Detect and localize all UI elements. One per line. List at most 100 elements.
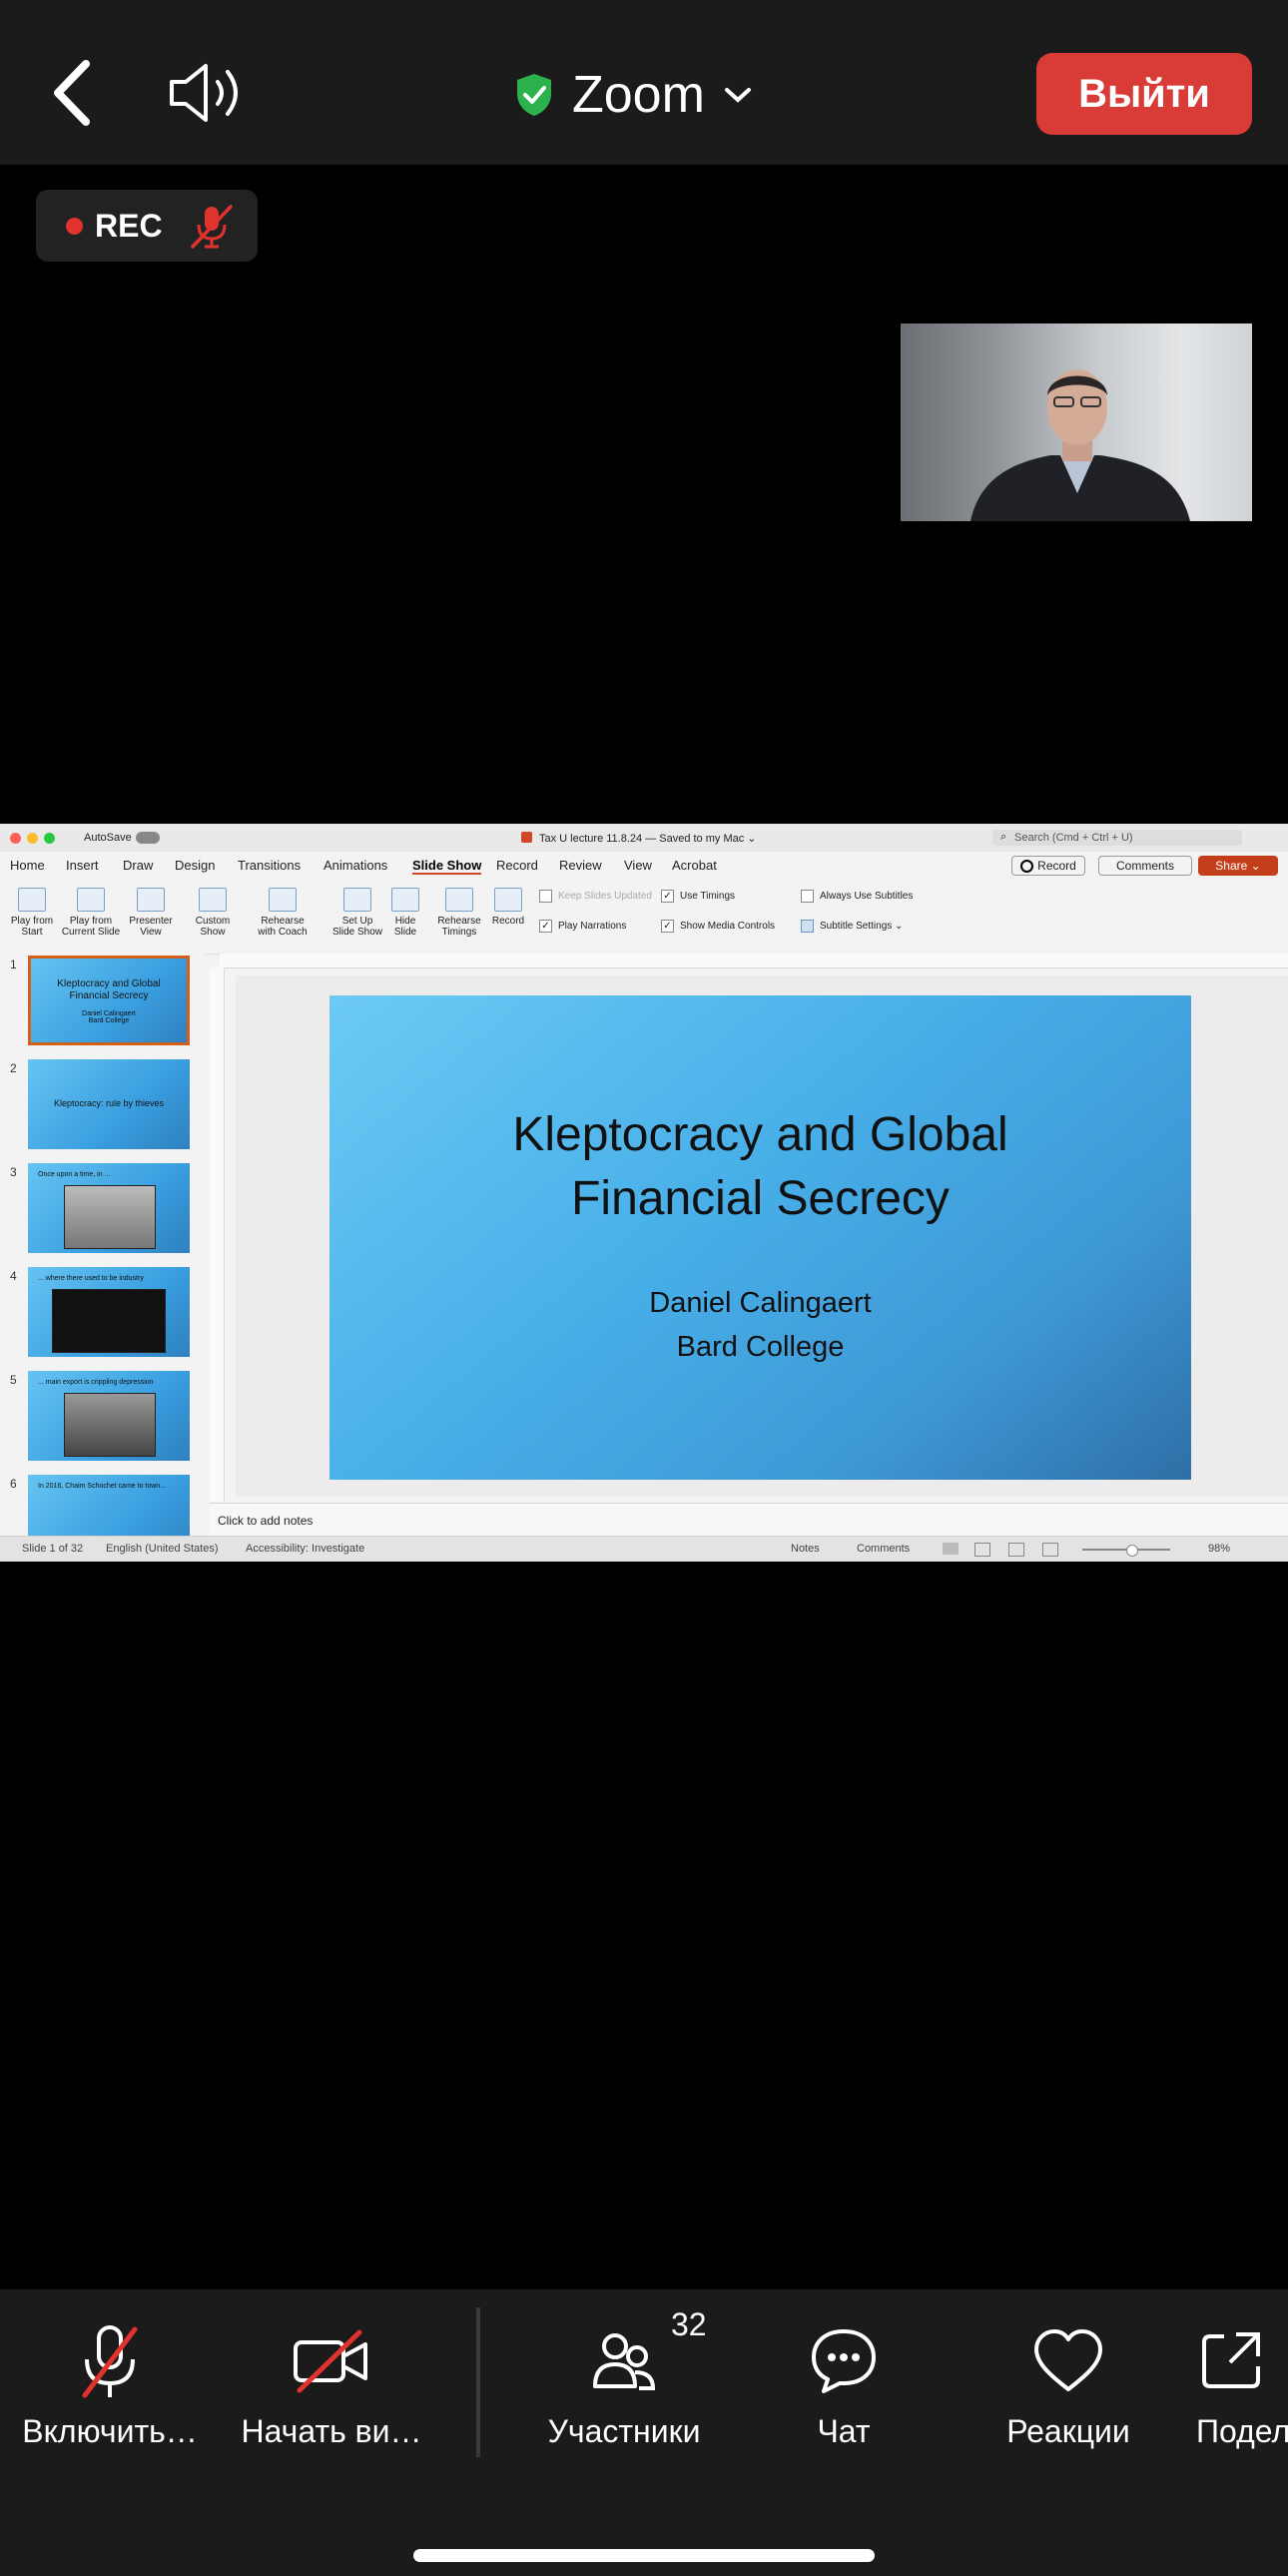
show-media-controls-checkbox[interactable]: ✓ Show Media Controls	[661, 920, 775, 933]
always-use-subtitles-checkbox[interactable]: Always Use Subtitles	[801, 890, 913, 903]
notes-pane[interactable]: Click to add notes	[210, 1503, 1288, 1537]
normal-view-icon[interactable]	[943, 1543, 959, 1555]
tab-record[interactable]: Record	[496, 858, 538, 873]
reactions-button[interactable]: Реакции	[988, 2319, 1148, 2469]
thumbnail-number: 6	[10, 1477, 17, 1491]
minimize-window-icon[interactable]	[27, 833, 38, 844]
chat-button[interactable]: Чат	[769, 2319, 919, 2469]
play-from-current-button[interactable]: Play from Current Slide	[58, 888, 124, 938]
zoom-level[interactable]: 98%	[1208, 1543, 1230, 1555]
thumbnail-number: 2	[10, 1061, 17, 1075]
ribbon-label: Slide	[393, 927, 417, 938]
meeting-title-dropdown[interactable]: Zoom	[514, 60, 753, 130]
thumbnail-caption: In 2016, Chaim Schochet came to town...	[38, 1483, 167, 1490]
hide-slide-button[interactable]: Hide Slide	[385, 888, 425, 938]
accessibility-status[interactable]: Accessibility: Investigate	[246, 1543, 364, 1555]
autosave-toggle[interactable]	[136, 832, 160, 844]
document-title[interactable]: Tax U lecture 11.8.24 — Saved to my Mac …	[539, 832, 757, 845]
search-box[interactable]: ⌕ Search (Cmd + Ctrl + U)	[992, 830, 1242, 846]
subtitle-settings-dropdown[interactable]: Subtitle Settings ⌄	[801, 920, 903, 933]
presenter-view-button[interactable]: Presenter View	[124, 888, 178, 938]
custom-show-icon	[199, 888, 227, 912]
reactions-label: Реакции	[1006, 2413, 1130, 2449]
thumbnail-image: ... main export is crippling depression	[28, 1371, 190, 1461]
slide-thumbnail-pane: 1 Kleptocracy and Global Financial Secre…	[0, 954, 205, 1536]
tab-home[interactable]: Home	[10, 858, 45, 873]
ribbon-label: Play from	[10, 916, 54, 927]
slide-thumbnail[interactable]: 4 ... where there used to be industry	[0, 1267, 205, 1359]
meeting-top-bar: Zoom Выйти	[0, 0, 1288, 165]
leave-button[interactable]: Выйти	[1036, 53, 1252, 135]
record-button[interactable]: Record	[1011, 856, 1085, 876]
slide-thumbnail[interactable]: 6 In 2016, Chaim Schochet came to town..…	[0, 1475, 205, 1536]
checkmark-icon: ✓	[539, 920, 552, 933]
maximize-window-icon[interactable]	[44, 833, 55, 844]
slideshow-view-icon[interactable]	[1042, 1543, 1058, 1557]
powerpoint-icon	[521, 832, 532, 843]
play-current-icon	[77, 888, 105, 912]
tab-animations[interactable]: Animations	[323, 858, 387, 873]
tab-view[interactable]: View	[624, 858, 652, 873]
slide-thumbnail[interactable]: 1 Kleptocracy and Global Financial Secre…	[0, 956, 205, 1047]
recording-label: REC	[95, 207, 163, 244]
shared-screen[interactable]: AutoSave Tax U lecture 11.8.24 — Saved t…	[0, 824, 1288, 1562]
zoom-slider-thumb[interactable]	[1126, 1545, 1138, 1557]
toolbar-divider	[476, 2307, 480, 2457]
hide-slide-icon	[391, 888, 419, 912]
shield-check-icon	[517, 74, 551, 116]
comments-button[interactable]: Comments	[1098, 856, 1192, 876]
tab-review[interactable]: Review	[559, 858, 602, 873]
checkbox-label: Show Media Controls	[680, 921, 776, 932]
tab-transitions[interactable]: Transitions	[238, 858, 301, 873]
recording-badge[interactable]: REC	[36, 190, 258, 262]
tab-insert[interactable]: Insert	[66, 858, 99, 873]
keep-slides-updated-checkbox[interactable]: Keep Slides Updated	[539, 890, 652, 903]
rehearse-timings-button[interactable]: Rehearse Timings	[433, 888, 485, 938]
participant-video[interactable]	[901, 323, 1252, 521]
tab-draw[interactable]: Draw	[123, 858, 153, 873]
ribbon-label: Presenter	[129, 916, 173, 927]
slide-thumbnail[interactable]: 3 Once upon a time, in ...	[0, 1163, 205, 1255]
window-title-bar: AutoSave Tax U lecture 11.8.24 — Saved t…	[0, 824, 1288, 852]
current-slide[interactable]: Kleptocracy and Global Financial Secrecy…	[329, 995, 1191, 1480]
use-timings-checkbox[interactable]: ✓ Use Timings	[661, 890, 735, 903]
thumbnail-photo	[52, 1289, 166, 1353]
tab-design[interactable]: Design	[175, 858, 215, 873]
language-indicator[interactable]: English (United States)	[106, 1543, 219, 1555]
start-video-button[interactable]: Начать ви…	[232, 2319, 431, 2469]
share-label: Подел	[1196, 2413, 1288, 2449]
share-button[interactable]: Подел	[1196, 2319, 1288, 2469]
share-document-button[interactable]: Share ⌄	[1198, 856, 1278, 876]
tab-acrobat[interactable]: Acrobat	[672, 858, 717, 873]
custom-show-button[interactable]: Custom Show	[186, 888, 240, 938]
horizontal-ruler	[220, 954, 1288, 968]
speaker-button[interactable]	[168, 62, 248, 124]
search-placeholder: Search (Cmd + Ctrl + U)	[1014, 832, 1133, 844]
record-slide-show-button[interactable]: Record	[487, 888, 529, 927]
comments-toggle[interactable]: Comments	[857, 1543, 910, 1555]
play-from-start-button[interactable]: Play from Start	[6, 888, 58, 938]
slide-title-line: Kleptocracy and Global	[512, 1108, 1008, 1161]
home-indicator[interactable]	[413, 2549, 875, 2562]
close-window-icon[interactable]	[10, 833, 21, 844]
dropdown-label: Subtitle Settings ⌄	[820, 921, 904, 932]
slide-sorter-icon[interactable]	[974, 1543, 990, 1557]
tab-slide-show[interactable]: Slide Show	[412, 858, 482, 875]
play-narrations-checkbox[interactable]: ✓ Play Narrations	[539, 920, 626, 933]
chevron-left-icon	[54, 60, 90, 126]
set-up-slide-show-button[interactable]: Set Up Slide Show	[329, 888, 385, 938]
record-slide-icon	[494, 888, 522, 912]
back-button[interactable]	[44, 58, 104, 128]
notes-toggle[interactable]: Notes	[791, 1543, 820, 1555]
participants-icon	[593, 2333, 656, 2390]
reading-view-icon[interactable]	[1008, 1543, 1024, 1557]
slide-thumbnail[interactable]: 5 ... main export is crippling depressio…	[0, 1371, 205, 1463]
mic-muted-icon	[190, 205, 233, 249]
unmute-label: Включить…	[22, 2413, 198, 2449]
unmute-button[interactable]: Включить…	[10, 2319, 210, 2469]
recording-dot-icon	[66, 217, 83, 235]
thumbnail-title: Kleptocracy and Global Financial Secrecy	[57, 978, 161, 1001]
slide-title-line: Financial Secrecy	[571, 1172, 950, 1225]
rehearse-with-coach-button[interactable]: Rehearse with Coach	[252, 888, 314, 938]
slide-thumbnail[interactable]: 2 Kleptocracy: rule by thieves	[0, 1059, 205, 1151]
